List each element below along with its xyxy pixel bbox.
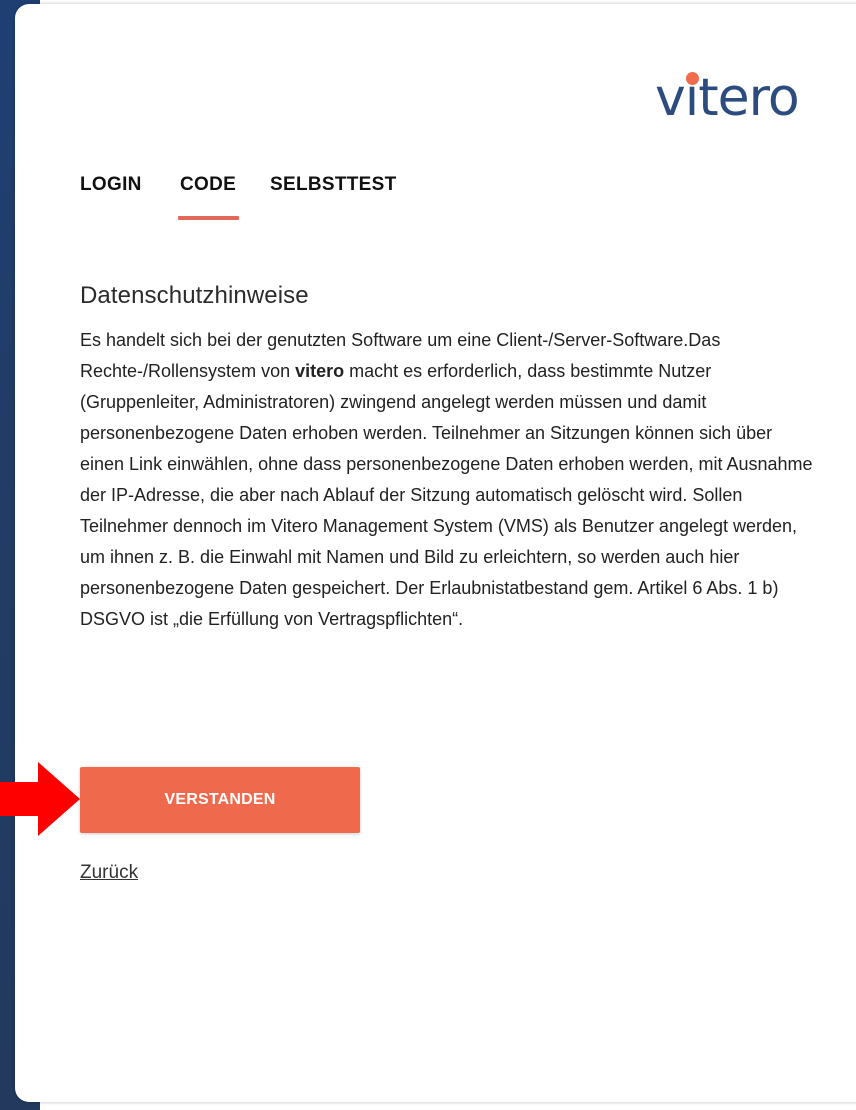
tab-login[interactable]: LOGIN bbox=[80, 174, 142, 196]
active-tab-indicator bbox=[178, 216, 239, 220]
logo-text-start: v bbox=[655, 68, 686, 128]
privacy-text-brand: vitero bbox=[295, 361, 345, 381]
logo-i: ı bbox=[684, 68, 699, 128]
red-arrow-icon bbox=[0, 762, 80, 836]
privacy-text-part2: macht es erforderlich, dass bestimmte Nu… bbox=[80, 361, 813, 629]
logo-text-end: tero bbox=[698, 68, 799, 128]
tab-code[interactable]: CODE bbox=[180, 174, 236, 196]
privacy-text: Es handelt sich bei der genutzten Softwa… bbox=[80, 325, 815, 635]
page: vı tero LOGIN CODE SELBSTTEST Datenschutz… bbox=[0, 0, 856, 1110]
section-title: Datenschutzhinweise bbox=[80, 282, 309, 309]
verstanden-button[interactable]: VERSTANDEN bbox=[80, 767, 360, 833]
back-link[interactable]: Zurück bbox=[80, 862, 138, 884]
vitero-logo: vı tero bbox=[655, 68, 800, 128]
tab-selbsttest[interactable]: SELBSTTEST bbox=[270, 174, 397, 196]
logo-dot-icon bbox=[685, 72, 699, 85]
